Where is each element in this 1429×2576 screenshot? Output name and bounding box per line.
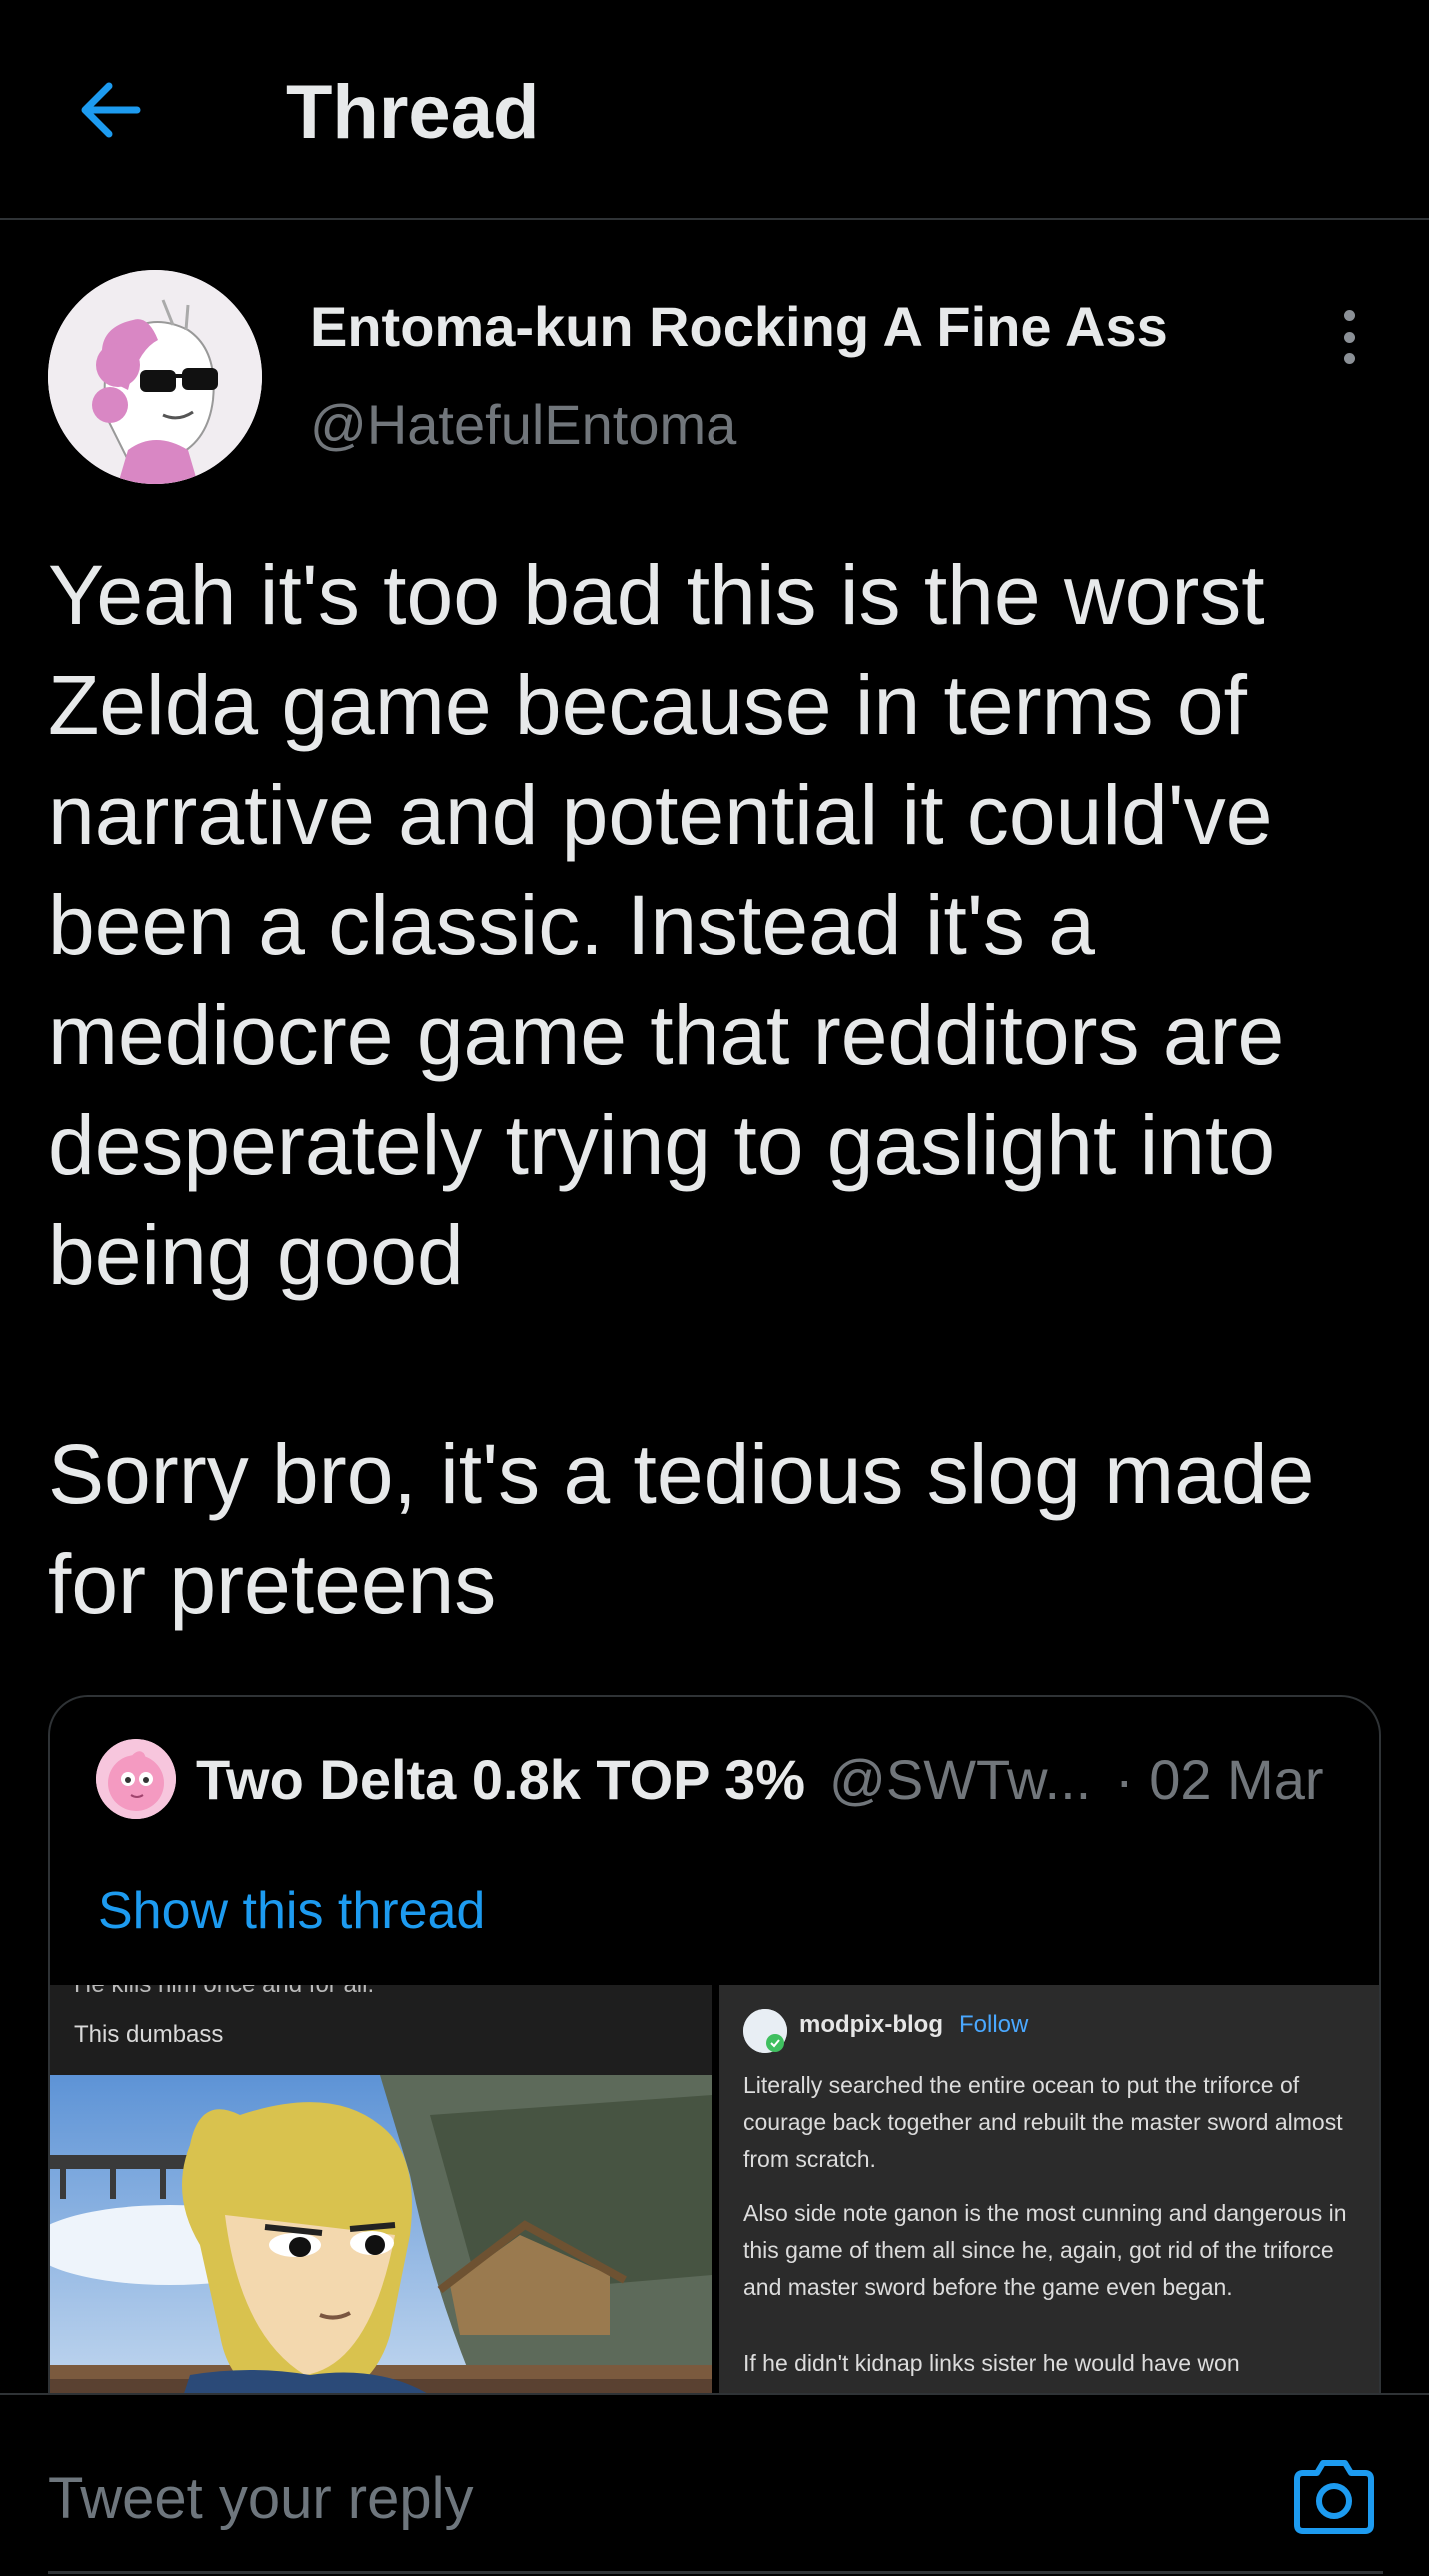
quoted-tweet[interactable]: Two Delta 0.8k TOP 3% @SWTw... · 02 Mar … (48, 1695, 1381, 2435)
avatar[interactable] (48, 270, 262, 484)
quote-avatar (96, 1739, 176, 1819)
image-caption: This dumbass (74, 2021, 224, 2048)
quote-author-handle: @SWTw... (829, 1748, 1092, 1811)
quote-date: · 02 Mar (1115, 1748, 1324, 1811)
author-handle[interactable]: @HatefulEntoma (310, 392, 736, 457)
blog-name: modpix-blog (799, 2011, 943, 2038)
media-image-left[interactable]: He kills him once and for all. This dumb… (50, 1985, 712, 2435)
reply-divider (48, 2571, 1383, 2574)
blog-paragraph: If he didn't kidnap links sister he woul… (743, 2350, 1240, 2376)
quote-media[interactable]: He kills him once and for all. This dumb… (50, 1985, 1379, 2435)
show-thread-link[interactable]: Show this thread (98, 1881, 485, 1941)
camera-button[interactable] (1289, 2457, 1379, 2537)
author-name[interactable]: Entoma-kun Rocking A Fine Ass (310, 294, 1168, 359)
media-image-right[interactable]: modpix-blog Follow Literally searched th… (719, 1985, 1379, 2435)
game-screenshot (50, 2075, 712, 2435)
arrow-left-icon (81, 82, 141, 138)
blog-paragraph: Literally searched the entire ocean to p… (743, 2072, 1343, 2172)
reply-input[interactable]: Tweet your reply (48, 2465, 474, 2532)
blog-follow-link: Follow (959, 2011, 1029, 2038)
thread-header: Thread (0, 0, 1429, 220)
more-vertical-icon (1343, 310, 1355, 321)
blog-paragraph: Also side note ganon is the most cunning… (743, 2200, 1347, 2300)
reply-composer: Tweet your reply (0, 2393, 1429, 2576)
page-title: Thread (286, 70, 540, 155)
blog-avatar (743, 2009, 787, 2053)
cut-off-text: He kills him once and for all. (74, 1985, 374, 1999)
back-button[interactable] (70, 70, 150, 150)
more-options-button[interactable] (1329, 302, 1369, 372)
quote-author-name: Two Delta 0.8k TOP 3% (196, 1748, 806, 1811)
tweet-text: Yeah it's too bad this is the worst Zeld… (48, 548, 1315, 1631)
camera-icon (1294, 2460, 1374, 2534)
